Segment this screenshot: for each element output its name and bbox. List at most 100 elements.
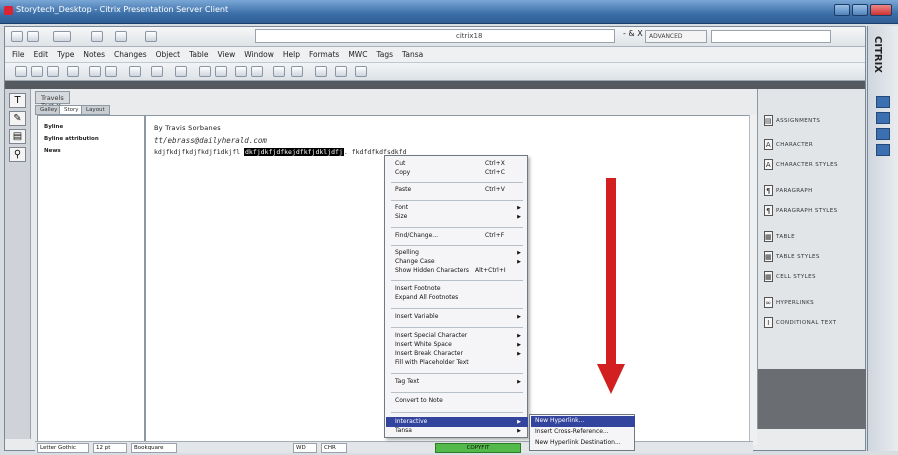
split-icon[interactable] [315,66,327,77]
panel-table[interactable]: ▦ Table [760,227,863,247]
menu-file[interactable]: File [12,50,25,59]
menu-help[interactable]: Help [283,50,300,59]
position-tool-icon[interactable]: ▤ [9,129,26,144]
menu-item-spelling[interactable]: Spelling [395,249,419,256]
tab-story-view[interactable]: Story [59,105,84,115]
save-icon[interactable] [47,66,59,77]
panel-character[interactable]: A Character [760,135,863,155]
panel-table-styles[interactable]: ▦ Table Styles [760,247,863,267]
prev-change-icon[interactable] [235,66,247,77]
menu-item-interactive[interactable]: Interactive [395,418,427,425]
insert-icon[interactable] [151,66,163,77]
submenu-item[interactable]: New Hyperlink... [535,417,584,424]
menu-tansa[interactable]: Tansa [402,50,423,59]
panel-character-styles[interactable]: A Character Styles [760,155,863,175]
open-icon[interactable] [31,66,43,77]
menu-item-insert-white-space[interactable]: Insert White Space [395,341,452,348]
menu-item-paste[interactable]: Paste [395,186,411,193]
menu-item-tansa[interactable]: Tansa [395,427,412,434]
menu-item-show-hidden-characters[interactable]: Show Hidden Characters [395,267,469,274]
reject-change-icon[interactable] [215,66,227,77]
type-tool-icon[interactable]: T [9,93,26,108]
track-changes-icon[interactable] [175,66,187,77]
menu-item-expand-all-footnotes[interactable]: Expand All Footnotes [395,294,458,301]
note-tool-icon[interactable]: ✎ [9,111,26,126]
submenu-arrow-icon: ▶ [517,250,521,256]
panel-cell-styles[interactable]: ▦ Cell Styles [760,267,863,287]
menu-mwc[interactable]: MWC [348,50,367,59]
tab-story[interactable]: Travels Test ✕ [35,91,70,110]
menu-item-tag-text[interactable]: Tag Text [395,378,419,385]
app-icon[interactable] [11,31,23,42]
maximize-button[interactable] [852,4,868,16]
menu-object[interactable]: Object [156,50,180,59]
panel-paragraph-styles[interactable]: ¶ Paragraph Styles [760,201,863,221]
zoom-tool-icon[interactable]: ⚲ [9,147,26,162]
menu-window[interactable]: Window [244,50,274,59]
accept-change-icon[interactable] [199,66,211,77]
style-byline[interactable]: Byline [44,124,63,130]
vertical-scrollbar[interactable] [749,115,757,445]
panel-conditional-text[interactable]: I Conditional Text [760,313,863,333]
menu-view[interactable]: View [217,50,235,59]
citrix-tool-icon[interactable] [876,128,890,140]
menu-item-insert-break-character[interactable]: Insert Break Character [395,350,463,357]
arrange-icon[interactable] [145,31,157,42]
format-icon[interactable] [355,66,367,77]
find-icon[interactable] [89,66,101,77]
paragraph-icon[interactable] [129,66,141,77]
citrix-tool-icon[interactable] [876,112,890,124]
screen-mode-icon[interactable] [115,31,127,42]
search-input[interactable] [711,30,831,43]
tab-layout[interactable]: Layout [81,105,110,115]
spell-icon[interactable] [105,66,117,77]
menu-item-cut[interactable]: Cut [395,160,405,167]
menu-formats[interactable]: Formats [309,50,339,59]
menu-separator [391,327,523,328]
panel-paragraph[interactable]: ¶ Paragraph [760,181,863,201]
menu-item-fill-with-placeholder-text[interactable]: Fill with Placeholder Text [395,359,469,366]
print-icon[interactable] [67,66,79,77]
view-options-icon[interactable] [91,31,103,42]
zoom-dropdown[interactable] [53,31,71,42]
menu-item-font[interactable]: Font [395,204,408,211]
note-nav-icon[interactable] [291,66,303,77]
submenu-item[interactable]: Insert Cross-Reference... [535,428,609,435]
citrix-logo: CITRIX [872,36,883,74]
menu-item-change-case[interactable]: Change Case [395,258,435,265]
menu-item-size[interactable]: Size [395,213,407,220]
menu-item-copy[interactable]: Copy [395,169,410,176]
citrix-tool-icon[interactable] [876,96,890,108]
menu-table[interactable]: Table [189,50,208,59]
submenu-item[interactable]: New Hyperlink Destination... [535,439,621,446]
citrix-tool-icon[interactable] [876,144,890,156]
note-icon[interactable] [273,66,285,77]
size-dropdown[interactable]: 12 pt [93,443,127,453]
next-change-icon[interactable] [251,66,263,77]
menu-item-insert-variable[interactable]: Insert Variable [395,313,438,320]
doc-window-controls[interactable]: - & X [623,29,643,38]
style-news[interactable]: News [44,148,61,154]
font-dropdown[interactable]: Letter Gothic [37,443,89,453]
menu-tags[interactable]: Tags [376,50,393,59]
menu-item-insert-footnote[interactable]: Insert Footnote [395,285,441,292]
menu-changes[interactable]: Changes [114,50,147,59]
minimize-button[interactable] [834,4,850,16]
hyphen-icon[interactable] [335,66,347,77]
panel-hyperlinks[interactable]: ∞ Hyperlinks [760,293,863,313]
bridge-icon[interactable] [27,31,39,42]
menu-edit[interactable]: Edit [34,50,49,59]
close-button[interactable] [870,4,892,16]
menu-item-find-change[interactable]: Find/Change... [395,232,438,239]
style-byline-attribution[interactable]: Byline attribution [44,136,99,142]
document-tab[interactable]: citrix18 [255,29,615,43]
menu-item-convert-to-note[interactable]: Convert to Note [395,397,443,404]
menu-type[interactable]: Type [57,50,74,59]
menu-item-insert-special-character[interactable]: Insert Special Character [395,332,467,339]
menu-notes[interactable]: Notes [83,50,105,59]
selected-text[interactable]: dkfjdkfjdfkejdfkfjdkljdfj [244,148,344,156]
new-icon[interactable] [15,66,27,77]
workspace-dropdown[interactable]: ADVANCED [645,30,707,43]
panel-assignments[interactable]: ▤ Assignments [760,111,863,131]
font2-dropdown[interactable]: Bookquare [131,443,177,453]
